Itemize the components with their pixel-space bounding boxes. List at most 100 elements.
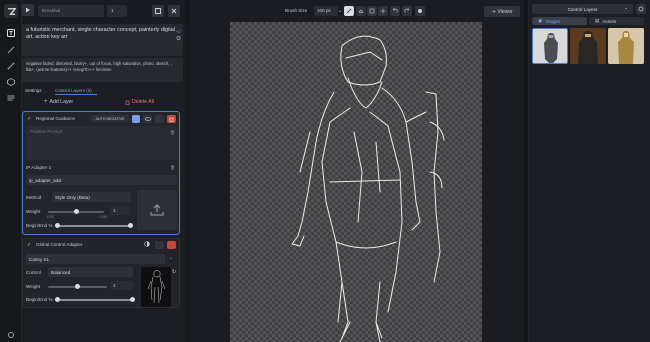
add-layer-label: Add Layer xyxy=(49,99,74,105)
regional-guidance-title: Regional Guidance xyxy=(36,116,76,121)
svg-text:</>: </> xyxy=(176,29,181,34)
tab-images[interactable]: ▣ Images xyxy=(532,17,587,25)
auto-negative-button[interactable]: AUTO NEGATIVE xyxy=(91,115,129,122)
redo-icon[interactable] xyxy=(402,6,412,16)
reset-view-icon[interactable] xyxy=(415,6,425,16)
text-to-image-icon[interactable] xyxy=(5,28,17,38)
adapter-begin-knob[interactable] xyxy=(55,297,60,302)
invoke-icon[interactable] xyxy=(22,4,34,16)
top-toolbar: Breakhul 1 xyxy=(22,0,185,24)
positive-prompt-input[interactable]: a futuristic merchant, single character … xyxy=(22,24,183,56)
drawing-canvas[interactable] xyxy=(230,22,482,342)
global-control-adapter-card: ✓ Global Control Adapter Canny XL ⌄ Cont… xyxy=(22,238,180,308)
adapter-end-knob[interactable] xyxy=(130,297,135,302)
adapter-weight-knob[interactable] xyxy=(75,284,80,289)
viewer-button[interactable]: ⇥ Viewer xyxy=(484,6,520,17)
weight-min-label: 0.00 xyxy=(47,215,54,219)
assets-icon: ▤ xyxy=(595,18,600,23)
control-mode-label: Control xyxy=(26,270,41,275)
eye-icon[interactable] xyxy=(143,115,152,123)
method-label: Method xyxy=(26,195,42,200)
gallery-settings-icon[interactable] xyxy=(636,4,646,14)
gallery-board-select[interactable]: Control Layers xyxy=(532,4,633,14)
preview-refresh-icon[interactable]: ↻ xyxy=(172,269,176,275)
image-count-input[interactable]: 1 xyxy=(107,5,127,17)
adapter-weight-input[interactable]: 1 xyxy=(110,281,133,290)
model-select[interactable]: Breakhul xyxy=(38,5,104,17)
settings-icon[interactable] xyxy=(5,330,17,340)
close-icon[interactable] xyxy=(168,5,180,17)
undo-icon[interactable] xyxy=(390,6,400,16)
models-icon[interactable] xyxy=(5,77,17,87)
adapter-menu-icon[interactable] xyxy=(155,241,164,249)
control-mode-select[interactable]: Balanced xyxy=(48,267,133,277)
brush-size-chevron-icon[interactable]: ⌄ xyxy=(338,8,342,14)
control-model-select[interactable]: Canny XL xyxy=(26,254,165,264)
viewer-arrow-icon: ⇥ xyxy=(491,8,496,15)
character-sketch-drawing xyxy=(291,35,445,342)
weight-number-input[interactable]: 1 xyxy=(110,206,130,215)
tab-assets[interactable]: ▤ Assets xyxy=(589,17,644,25)
gallery-thumbnail[interactable] xyxy=(608,28,644,64)
contrast-icon[interactable] xyxy=(144,241,150,247)
upload-image-dropzone[interactable] xyxy=(137,190,177,230)
global-control-adapter-title: Global Control Adapter xyxy=(36,242,83,247)
control-image-preview xyxy=(141,267,171,307)
tab-underline xyxy=(55,94,97,95)
layer-check-icon[interactable]: ✓ xyxy=(27,116,31,122)
method-select[interactable]: Style Only (Beta) xyxy=(52,192,131,202)
gallery-thumbnail[interactable] xyxy=(532,28,568,64)
tab-settings[interactable]: Settings xyxy=(25,86,42,94)
regional-prompt-trash-icon[interactable]: 🗑 xyxy=(170,130,175,135)
mask-color-swatch[interactable] xyxy=(132,115,140,123)
delete-all-label: Delete All xyxy=(132,99,154,105)
move-tool-icon[interactable] xyxy=(378,6,388,16)
brush-icon[interactable] xyxy=(5,45,17,55)
ip-adapter-label: IP Adapter 1 xyxy=(26,165,52,170)
begin-end-slider-track[interactable] xyxy=(57,225,131,227)
regional-guidance-card: ✓ Regional Guidance AUTO NEGATIVE Positi… xyxy=(22,111,180,235)
ip-adapter-model-select[interactable]: ip_adapter_sdxl xyxy=(26,175,177,185)
brush-size-label: Brush Size xyxy=(285,8,308,13)
grid-icon[interactable] xyxy=(152,5,164,17)
brush-tool-icon[interactable] xyxy=(344,6,354,16)
adapter-delete-icon[interactable] xyxy=(167,241,176,249)
regional-prompt-input[interactable]: Positive Prompt xyxy=(26,126,177,160)
end-slider-knob[interactable] xyxy=(128,223,133,228)
tab-control-layers[interactable]: Control Layers (2) xyxy=(55,86,92,94)
adapter-weight-label: Weight xyxy=(26,284,41,289)
brush-size-input[interactable]: 100 px xyxy=(314,6,338,16)
trash-icon xyxy=(125,100,130,105)
eraser-tool-icon[interactable] xyxy=(356,6,366,16)
weight-label: Weight xyxy=(26,209,41,214)
nodes-icon[interactable] xyxy=(5,61,17,71)
control-model-chevron-icon[interactable]: ⌄ xyxy=(169,255,173,261)
add-layer-button[interactable]: + Add Layer xyxy=(44,99,73,105)
images-icon: ▣ xyxy=(538,18,543,23)
tab-images-label: Images xyxy=(545,18,561,24)
queue-icon[interactable] xyxy=(5,93,17,103)
weight-max-label: 2.00 xyxy=(100,215,107,219)
layer-menu-icon[interactable] xyxy=(155,115,164,123)
negative-prompt-input[interactable]: negative faded, distorted, blurry+, out … xyxy=(22,58,183,82)
gallery-select-chevron-icon[interactable]: ⌄ xyxy=(624,5,628,11)
ip-adapter-trash-icon[interactable]: 🗑 xyxy=(170,165,175,170)
adapter-begin-end-label: Begin/End % xyxy=(26,297,53,302)
left-icon-rail xyxy=(0,0,22,342)
upload-icon xyxy=(150,204,164,216)
logo-icon xyxy=(4,4,18,18)
begin-slider-knob[interactable] xyxy=(55,223,60,228)
weight-slider-knob[interactable] xyxy=(73,209,79,214)
viewer-label: Viewer xyxy=(497,8,513,15)
delete-all-button[interactable]: Delete All xyxy=(125,99,154,105)
adapter-check-icon[interactable]: ✓ xyxy=(27,242,31,248)
rect-tool-icon[interactable] xyxy=(367,6,377,16)
plus-icon: + xyxy=(44,99,48,105)
prompt-tools-icon[interactable]: </> xyxy=(176,28,181,42)
right-panel: Control Layers ⌄ ▣ Images ▤ Assets xyxy=(528,0,650,342)
gallery-thumbnail[interactable] xyxy=(570,28,606,64)
adapter-begin-end-track[interactable] xyxy=(57,299,133,301)
tab-assets-label: Assets xyxy=(602,18,617,24)
layer-delete-icon[interactable] xyxy=(167,115,176,123)
begin-end-label: Begin/End % xyxy=(26,223,53,228)
